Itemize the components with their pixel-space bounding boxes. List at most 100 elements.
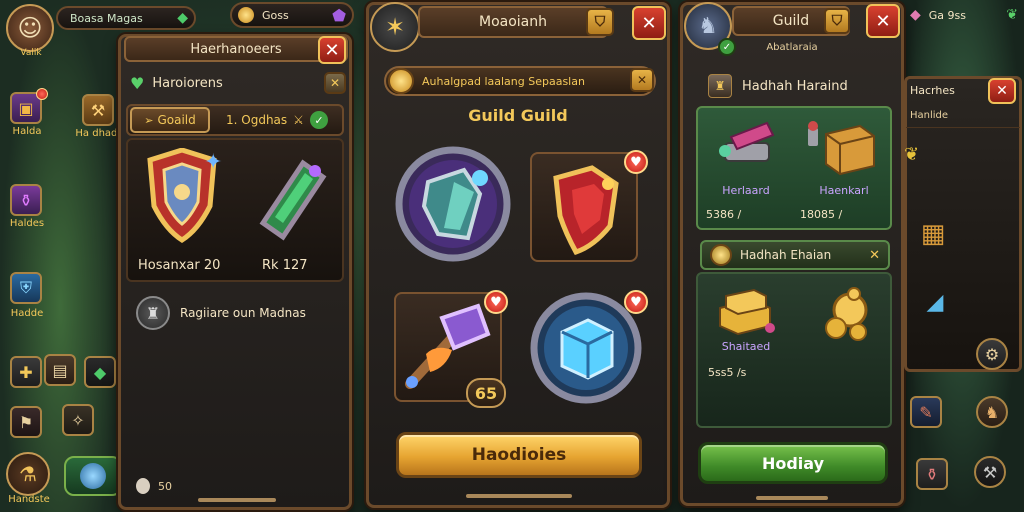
center-guild-title: Guild Guild (468, 106, 568, 125)
tab-guild[interactable]: ➢ Goaild (130, 107, 210, 133)
chest-icon: ▣ (18, 98, 34, 118)
blue-feather-icon: ✦ (204, 150, 223, 175)
far-right-crate-item[interactable]: ▦ (908, 210, 958, 258)
sidebar-bottom-button[interactable]: ⚗ (6, 452, 50, 496)
heart-icon: ♥ (630, 154, 642, 170)
right-panel-scroll-handle[interactable] (756, 496, 828, 500)
coin-icon (238, 7, 254, 23)
green-leaf-icon: ♥ (130, 73, 145, 93)
egg-icon (136, 478, 150, 494)
center-panel-emblem: ✶ (370, 2, 420, 52)
user-icon: ⚑ (18, 412, 34, 432)
far-right-label: Hacrhes (910, 83, 955, 97)
left-panel-scroll-handle[interactable] (198, 498, 276, 502)
player-avatar[interactable]: ☺ (6, 4, 54, 52)
sidebar-scroll-button[interactable]: ▤ (44, 354, 76, 386)
center-panel-scroll-handle[interactable] (466, 494, 572, 498)
gem-green-icon: ◆ (177, 10, 188, 26)
left-panel-header: Haerhanoeers (124, 36, 348, 62)
far-right-icon-1[interactable]: ⚙ (976, 338, 1008, 370)
right-section-2-title: Hadhah Ehaian (740, 248, 832, 262)
far-right-leaf-icon: ❦ (1006, 7, 1018, 23)
far-right-icon-2[interactable]: ✎ (910, 396, 942, 428)
sidebar-label-3: Hadde (10, 308, 44, 319)
sidebar-shield-button[interactable]: ⛨ (10, 272, 42, 304)
green-blade-icon (259, 159, 327, 241)
blue-blade-icon: ◢ (926, 289, 944, 315)
wrench-icon: ⚙ (984, 344, 1000, 364)
sidebar-user-button[interactable]: ⚑ (10, 406, 42, 438)
tab-other-label: 1. Ogdhas (226, 113, 288, 127)
sidebar-label-1: Halda (12, 126, 42, 137)
check-icon: ✓ (309, 111, 328, 129)
medal-icon (710, 244, 732, 266)
far-right-header: Hacrhes (904, 78, 984, 102)
pink-gem-icon: ◆ (910, 7, 921, 23)
right-item-d[interactable] (812, 284, 876, 348)
right-item-a[interactable] (706, 112, 786, 182)
right-item-b[interactable] (800, 112, 884, 182)
gold-bars-icon (719, 288, 775, 336)
tab-other[interactable]: 1. Ogdhas ⚔ ✓ (216, 107, 340, 133)
close-icon: ✕ (636, 73, 648, 87)
far-right-yellow-item: ❦ (904, 142, 964, 166)
sidebar-map-button[interactable]: ✧ (62, 404, 94, 436)
far-right-close-button[interactable]: ✕ (988, 78, 1016, 104)
center-banner-text: Auhalgpad laalang Sepaaslan (422, 74, 585, 88)
map-icon: ✧ (71, 410, 85, 430)
left-panel-close-button[interactable]: ✕ (318, 36, 346, 64)
right-section-1-title: Hadhah Haraind (742, 78, 848, 94)
right-panel-button-label: Hodiay (761, 453, 825, 473)
currency-2-text: Goss (262, 8, 289, 22)
red-shield-badge: ♥ (624, 150, 648, 174)
right-panel-button[interactable]: Hodiay (698, 442, 888, 484)
center-banner-close-button[interactable]: ✕ (630, 68, 654, 92)
hammer-count: 65 (474, 383, 498, 403)
center-main-button[interactable]: Haodioies (396, 432, 642, 478)
crossed-icon[interactable]: ✕ (869, 248, 880, 263)
far-right-icon-4[interactable]: ⚱ (916, 458, 948, 490)
green-blade-item[interactable] (240, 150, 336, 246)
center-shield-button[interactable]: ⛉ (586, 8, 614, 36)
left-quest-row[interactable]: ♜ Ragiiare oun Madnas (136, 294, 342, 332)
right-section-2-header: Hadhah Ehaian ✕ (700, 240, 890, 270)
bag-icon: ⚗ (19, 462, 37, 486)
right-panel-close-button[interactable]: ✕ (866, 4, 900, 38)
currency-1-text: Boasa Magas (70, 11, 143, 25)
bottom-orb-button[interactable] (64, 456, 122, 496)
center-item-red-shield[interactable] (530, 152, 638, 262)
right-item-c[interactable] (710, 280, 780, 340)
sidebar-green-button[interactable]: ◆ (84, 356, 116, 388)
currency-bar-1: Boasa Magas ◆ (56, 6, 196, 30)
knight-helmet-icon: ♞ (698, 13, 718, 39)
sidebar-label-4: Ha dhads (75, 128, 123, 139)
center-item-armor[interactable] (392, 140, 514, 268)
tools-icon: ⚒ (982, 462, 998, 482)
far-right-icon-5[interactable]: ⚒ (974, 456, 1006, 488)
feather-icon: ✎ (919, 402, 933, 422)
mini-shield-icon: ⛉ (594, 14, 606, 30)
plus-icon: ✚ (19, 362, 33, 382)
avatar-face-icon: ☺ (17, 14, 43, 42)
sidebar-potion-button[interactable]: ⚱ (10, 184, 42, 216)
right-shield-button[interactable]: ⛉ (824, 8, 850, 34)
sidebar-lock-button[interactable]: ✚ (10, 356, 42, 388)
tab-guild-label: Goaild (157, 113, 196, 127)
sidebar-label-2: Haldes (9, 218, 45, 229)
center-main-button-label: Haodioies (471, 445, 567, 465)
purple-armor-icon (395, 146, 511, 262)
sidebar-hammer-button[interactable]: ⚒ (82, 94, 114, 126)
coin-pile-icon (825, 287, 868, 341)
red-shield-icon (553, 165, 619, 256)
right-item-c-label: Shaitaed (721, 340, 771, 353)
far-right-icon-3[interactable]: ♞ (976, 396, 1008, 428)
castle-icon: ♜ (136, 296, 170, 330)
far-right-subheader: Hanlide (906, 104, 1020, 128)
left-panel-title: Haerhanoeers (190, 41, 282, 57)
left-quest-text: Ragiiare oun Madnas (180, 306, 306, 320)
center-panel-close-button[interactable]: ✕ (632, 6, 666, 40)
left-section-close-icon[interactable]: ✕ (324, 72, 346, 94)
far-right-blade-item[interactable]: ◢ (910, 282, 960, 322)
green-blade-label: Rk 127 (262, 258, 308, 273)
close-icon: ✕ (641, 12, 657, 34)
